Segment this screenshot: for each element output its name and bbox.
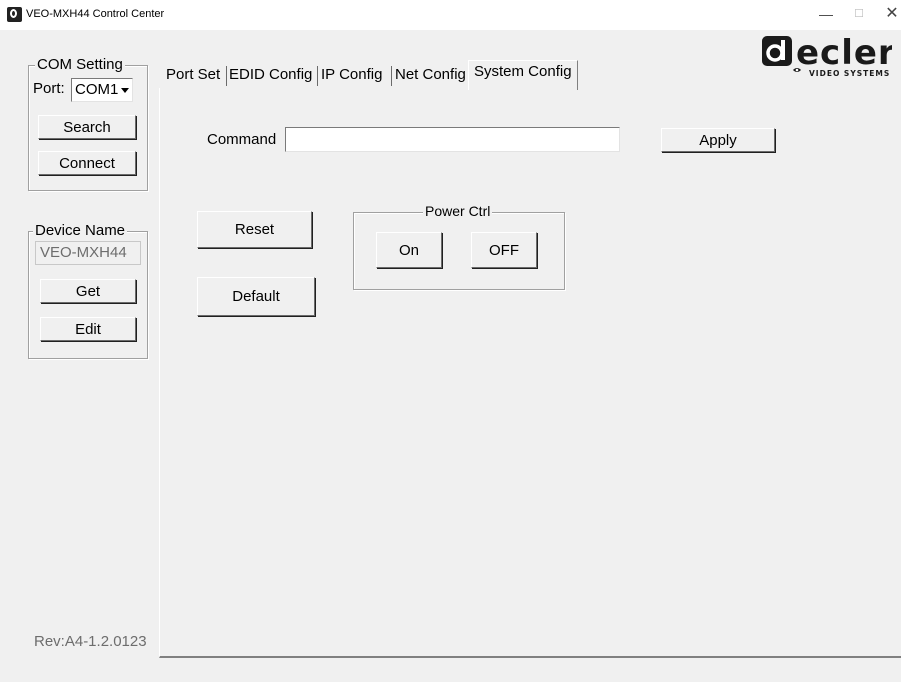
power-on-button[interactable]: On xyxy=(376,232,442,268)
tab-strip: Port Set EDID Config IP Config Net Confi… xyxy=(163,62,583,88)
device-name-field[interactable]: VEO-MXH44 xyxy=(35,241,141,265)
tab-net-config[interactable]: Net Config xyxy=(392,62,469,88)
port-select-value: COM1 xyxy=(75,81,119,98)
command-label: Command xyxy=(207,131,277,148)
maximize-button[interactable]: ☐ xyxy=(851,6,867,22)
revision-label: Rev:A4-1.2.0123 xyxy=(34,633,147,650)
logo-brand-text: ecler xyxy=(796,33,892,73)
get-button[interactable]: Get xyxy=(40,279,136,303)
reset-button[interactable]: Reset xyxy=(197,211,312,248)
default-button[interactable]: Default xyxy=(197,277,315,316)
power-ctrl-legend: Power Ctrl xyxy=(423,203,493,219)
power-off-button[interactable]: OFF xyxy=(471,232,537,268)
port-select[interactable]: COM1 xyxy=(71,78,133,102)
tab-ip-config[interactable]: IP Config xyxy=(318,62,385,88)
tab-panel xyxy=(159,88,901,658)
device-name-legend: Device Name xyxy=(33,222,128,239)
port-label: Port: xyxy=(33,80,65,97)
tab-edid-config[interactable]: EDID Config xyxy=(226,62,315,88)
search-button[interactable]: Search xyxy=(38,115,136,139)
ecler-logo: ecler VIDEO SYSTEMS xyxy=(762,33,895,79)
tab-port-set[interactable]: Port Set xyxy=(163,62,223,88)
apply-button[interactable]: Apply xyxy=(661,128,775,152)
tab-system-config[interactable]: System Config xyxy=(471,59,575,85)
command-input[interactable] xyxy=(285,127,620,152)
minimize-button[interactable]: — xyxy=(818,6,834,22)
app-icon xyxy=(7,7,22,22)
close-button[interactable]: ✕ xyxy=(884,6,900,22)
edit-button[interactable]: Edit xyxy=(40,317,136,341)
com-setting-legend: COM Setting xyxy=(35,56,125,73)
ecler-logo-mark: ecler VIDEO SYSTEMS xyxy=(762,33,895,78)
window-title: VEO-MXH44 Control Center xyxy=(26,8,165,20)
logo-tagline-text: VIDEO SYSTEMS xyxy=(809,69,890,78)
chevron-down-icon xyxy=(121,88,129,93)
connect-button[interactable]: Connect xyxy=(38,151,136,175)
